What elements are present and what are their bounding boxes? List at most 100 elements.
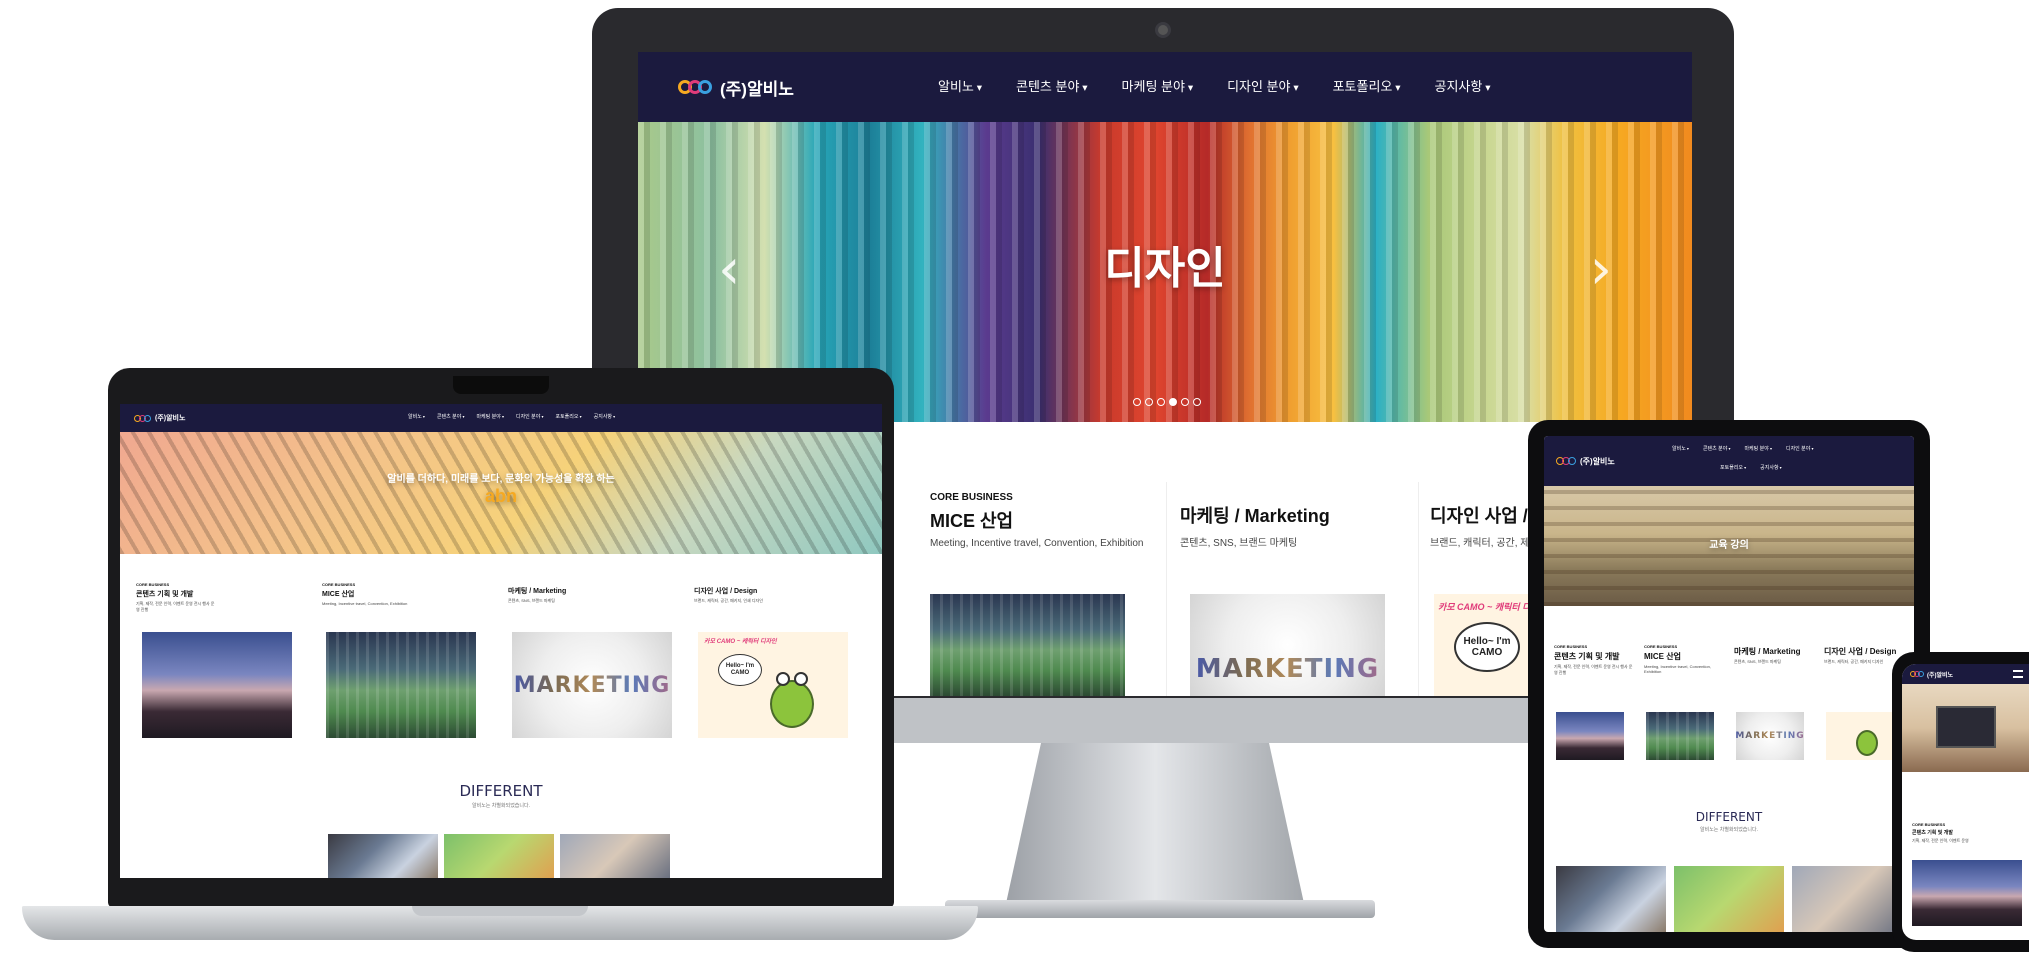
card-kicker: CORE BUSINESS — [1644, 644, 1678, 649]
card-kicker: CORE BUSINESS — [1554, 644, 1588, 649]
nav-item-albino[interactable]: 알비노 — [408, 413, 425, 420]
card-title: 마케팅 / Marketing — [1180, 506, 1330, 526]
nav-item-notice[interactable]: 공지사항 — [594, 413, 616, 420]
brand-logo[interactable]: (주)알비노 — [1910, 670, 1953, 679]
main-menu-row2: 포토폴리오 공지사항 — [1720, 464, 1782, 471]
marketing-thumbnail: MARKETING — [1190, 594, 1385, 696]
nav-item-marketing[interactable]: 마케팅 분야 — [476, 413, 504, 420]
logo-rings-icon — [678, 80, 712, 94]
brand-name: (주)알비노 — [1580, 456, 1615, 466]
laptop-notch — [453, 376, 549, 394]
nav-item-design[interactable]: 디자인 분야 — [516, 413, 544, 420]
camo-thumbnail — [1826, 712, 1894, 760]
phone-navbar: (주)알비노 — [1902, 664, 2029, 684]
camo-lizard-icon — [1856, 730, 1878, 756]
nav-item-albino[interactable]: 알비노 — [938, 76, 982, 95]
camo-headline: 카모 CAMO ~ 캐릭터 디자인 — [1438, 602, 1534, 612]
card-kicker: CORE BUSINESS — [930, 492, 1013, 503]
business-card-content[interactable]: CORE BUSINESS 콘텐츠 기획 및 개발 기획, 제작, 전문 인력,… — [1554, 644, 1636, 676]
logo-rings-icon — [1556, 457, 1576, 465]
different-heading: DIFFERENT — [459, 782, 543, 800]
card-desc: 브랜드, 캐릭터, 공간, 패키지, 인쇄 디자인 — [694, 598, 763, 603]
business-card-marketing[interactable]: 마케팅 / Marketing 콘텐츠, SNS, 브랜드 마케팅 — [508, 586, 668, 604]
hero-logo: abn — [484, 486, 517, 506]
different-photo-1 — [328, 834, 438, 878]
business-card-design[interactable]: 디자인 사업 / 브랜드, 캐릭터, 공간, 제 — [1430, 502, 1540, 562]
nav-item-design[interactable]: 디자인 분야 — [1786, 445, 1814, 452]
card-desc: Meeting, Incentive travel, Convention, E… — [930, 538, 1144, 549]
card-title: 디자인 사업 / Design — [694, 588, 758, 595]
camo-eye-icon — [776, 672, 790, 686]
slider-prev-button[interactable]: ‹ — [718, 237, 740, 302]
camo-lizard-icon — [770, 680, 814, 728]
phone-hero-screen — [1936, 706, 1996, 748]
laptop-hinge-notch — [412, 906, 588, 916]
business-card-mice[interactable]: CORE BUSINESS MICE 산업 Meeting, Incentive… — [322, 582, 482, 606]
card-desc: 기획, 제작, 전문 인력, 이벤트 운영 전시 행사 운영 진행 — [136, 601, 215, 612]
main-menu: 알비노 콘텐츠 분야 마케팅 분야 디자인 분야 — [1672, 445, 1813, 452]
brand-logo[interactable]: (주)알비노 — [134, 413, 185, 423]
card-desc: Meeting, Incentive travel, Convention, E… — [322, 601, 408, 606]
different-heading: DIFFERENT — [1695, 810, 1763, 824]
nav-item-content[interactable]: 콘텐츠 분야 — [1016, 76, 1088, 95]
nav-item-marketing[interactable]: 마케팅 분야 — [1122, 76, 1194, 95]
camo-thumbnail: 카모 CAMO ~ 캐릭터 디자인 Hello~ I'm CAMO — [698, 632, 848, 738]
nav-item-portfolio[interactable]: 포토폴리오 — [555, 413, 581, 420]
card-title: 마케팅 / Marketing — [1734, 647, 1801, 656]
nav-item-content[interactable]: 콘텐츠 분야 — [1703, 445, 1731, 452]
business-card-design[interactable]: 디자인 사업 / Design 브랜드, 캐릭터, 공간, 패키지, 인쇄 디자… — [694, 586, 864, 604]
slider-pagination[interactable] — [1133, 398, 1201, 406]
logo-rings-icon — [1910, 671, 1924, 677]
slider-next-button[interactable]: › — [1590, 237, 1612, 302]
nav-item-content[interactable]: 콘텐츠 분야 — [437, 413, 465, 420]
tablet-screen: (주)알비노 알비노 콘텐츠 분야 마케팅 분야 디자인 분야 포토폴리오 공지… — [1544, 436, 1914, 932]
marketing-wordmark: MARKETING — [1736, 731, 1804, 741]
card-divider — [1418, 482, 1419, 696]
card-title: 디자인 사업 / Design — [1824, 647, 1897, 656]
card-title: MICE 산업 — [322, 591, 355, 598]
card-desc: 콘텐츠, SNS, 브랜드 마케팅 — [1734, 659, 1781, 664]
camo-speech-bubble: Hello~ I'm CAMO — [1454, 622, 1520, 672]
business-card-mice[interactable]: CORE BUSINESS MICE 산업 Meeting, Incentive… — [1644, 644, 1726, 674]
laptop-navbar: (주)알비노 알비노 콘텐츠 분야 마케팅 분야 디자인 분야 포토폴리오 공지… — [120, 404, 882, 432]
nav-item-portfolio[interactable]: 포토폴리오 — [1720, 464, 1746, 471]
card-desc: 기획, 제작, 전문 인력, 이벤트 운영 — [1912, 838, 1969, 843]
business-card-marketing[interactable]: 마케팅 / Marketing 콘텐츠, SNS, 브랜드 마케팅 — [1180, 502, 1410, 562]
nav-item-design[interactable]: 디자인 분야 — [1227, 76, 1299, 95]
card-title: 마케팅 / Marketing — [508, 588, 567, 595]
mice-thumbnail — [930, 594, 1125, 696]
nav-item-portfolio[interactable]: 포토폴리오 — [1333, 76, 1401, 95]
brand-logo[interactable]: (주)알비노 — [1556, 456, 1615, 467]
nav-item-albino[interactable]: 알비노 — [1672, 445, 1689, 452]
monitor-stand — [1005, 743, 1305, 908]
tablet-hero: 교육 강의 — [1544, 486, 1914, 606]
business-card-content[interactable]: CORE BUSINESS 콘텐츠 기획 및 개발 기획, 제작, 전문 인력,… — [1912, 822, 2022, 844]
hero-title: 디자인 — [1104, 244, 1226, 293]
content-thumbnail — [1556, 712, 1624, 760]
card-desc: 기획, 제작, 전문 인력, 이벤트 운영 전시 행사 운영 진행 — [1554, 664, 1633, 675]
business-card-marketing[interactable]: 마케팅 / Marketing 콘텐츠, SNS, 브랜드 마케팅 — [1734, 646, 1816, 665]
different-photo-2 — [444, 834, 554, 878]
card-kicker: CORE BUSINESS — [1912, 822, 1946, 827]
brand-name: (주)알비노 — [155, 415, 186, 422]
monitor-navbar: (주)알비노 알비노 콘텐츠 분야 마케팅 분야 디자인 분야 포토폴리오 공지… — [638, 52, 1692, 122]
phone-hero — [1902, 684, 2029, 772]
camo-eye-icon — [794, 672, 808, 686]
marketing-thumbnail: MARKETING — [1736, 712, 1804, 760]
laptop-base — [22, 906, 978, 940]
different-subheading: 알비노는 차별화되었습니다. — [1700, 827, 1758, 833]
laptop-hero: 알비를 더하다, 미래를 보다, 문화의 가능성을 확장 하는 abn — [120, 432, 882, 554]
laptop-screen: (주)알비노 알비노 콘텐츠 분야 마케팅 분야 디자인 분야 포토폴리오 공지… — [120, 404, 882, 878]
monitor-stand-base — [945, 900, 1375, 918]
nav-item-marketing[interactable]: 마케팅 분야 — [1744, 445, 1772, 452]
nav-item-notice[interactable]: 공지사항 — [1435, 76, 1491, 95]
brand-logo[interactable]: (주)알비노 — [678, 75, 794, 100]
nav-item-notice[interactable]: 공지사항 — [1760, 464, 1782, 471]
business-card-content[interactable]: CORE BUSINESS 콘텐츠 기획 및 개발 기획, 제작, 전문 인력,… — [136, 582, 296, 613]
marketing-thumbnail: MARKETING — [512, 632, 672, 738]
hamburger-menu-icon[interactable] — [2013, 670, 2023, 678]
main-menu: 알비노 콘텐츠 분야 마케팅 분야 디자인 분야 포토폴리오 공지사항 — [408, 413, 615, 420]
different-photo-2 — [1674, 866, 1784, 932]
card-kicker: CORE BUSINESS — [322, 582, 356, 587]
camo-thumbnail: 카모 CAMO ~ 캐릭터 디자인 Hello~ I'm CAMO — [1434, 594, 1534, 696]
